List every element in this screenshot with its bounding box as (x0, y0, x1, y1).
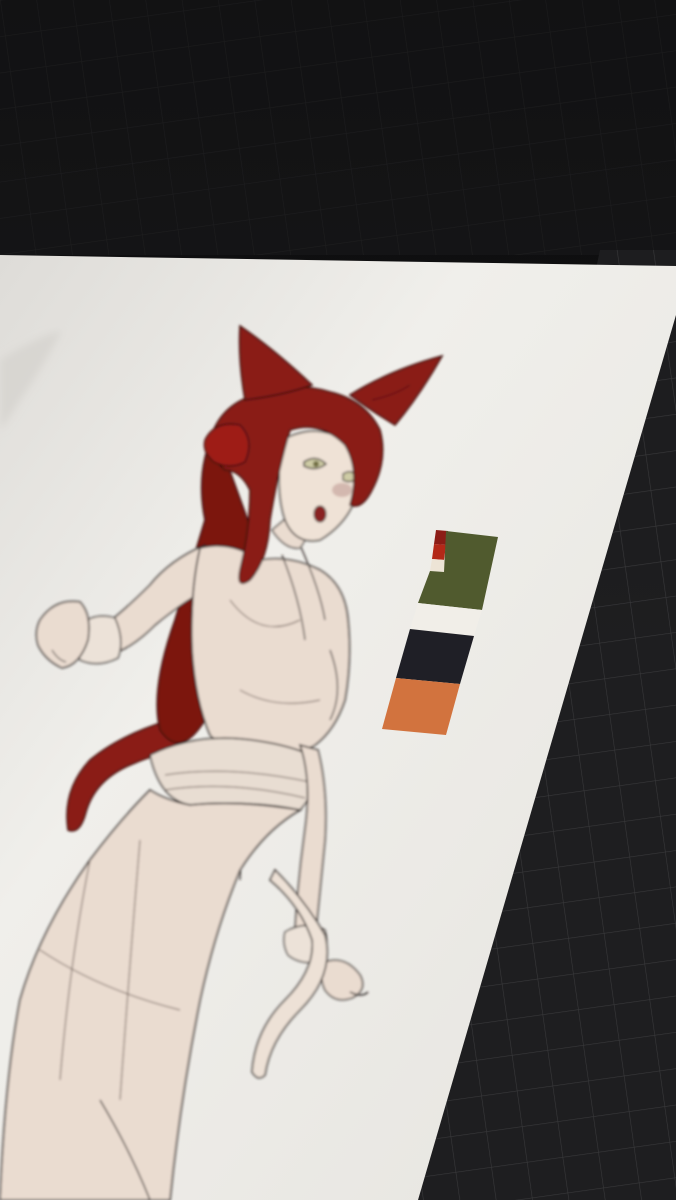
swatch-burnt-orange (382, 678, 460, 735)
torso-top (190, 544, 351, 760)
mouth (313, 505, 327, 523)
photo-scene (0, 0, 676, 1200)
swatch-charcoal (396, 629, 474, 684)
photo-svg (0, 0, 676, 1200)
swatch-cream (430, 559, 446, 572)
upper-mat (0, 0, 676, 255)
swatch-bow-red (432, 544, 446, 560)
